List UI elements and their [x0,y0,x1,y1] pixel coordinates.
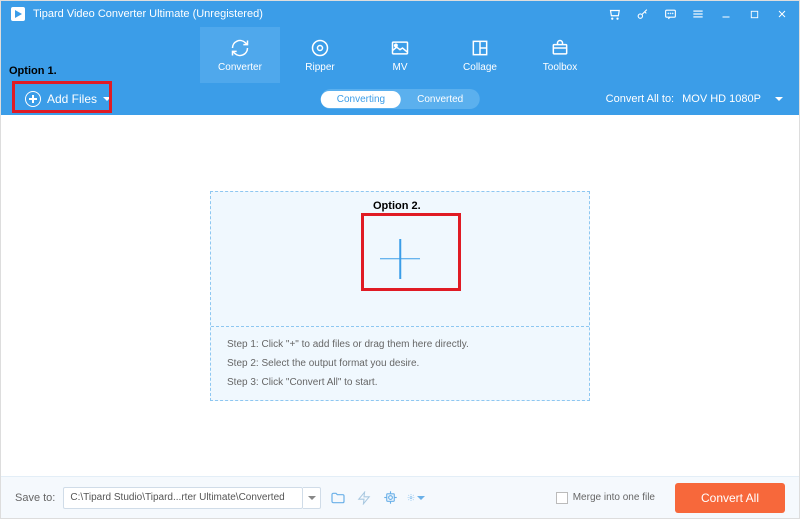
menu-icon[interactable] [691,7,705,21]
add-files-plus-icon[interactable] [380,239,420,279]
add-files-label: Add Files [47,92,97,106]
tab-mv[interactable]: MV [360,27,440,83]
convert-all-button[interactable]: Convert All [675,483,785,513]
format-value: MOV HD 1080P [682,93,761,105]
convert-all-to: Convert All to: MOV HD 1080P [606,93,783,105]
collage-icon [470,38,490,58]
tab-converting[interactable]: Converting [321,91,401,108]
ripper-icon [310,38,330,58]
drop-zone-instructions: Step 1: Click "+" to add files or drag t… [211,327,589,400]
drop-zone-top[interactable] [211,192,589,327]
close-icon[interactable] [775,7,789,21]
gpu-icon[interactable] [381,489,399,507]
save-to-label: Save to: [15,492,55,504]
save-path-dropdown[interactable] [303,487,321,509]
convert-all-label: Convert All [701,491,759,505]
chevron-down-icon [775,97,783,101]
footer-bar: Save to: C:\Tipard Studio\Tipard...rter … [1,476,799,518]
maximize-icon[interactable] [747,7,761,21]
main-nav: Converter Ripper MV Collage Toolbox [1,27,799,83]
feedback-icon[interactable] [663,7,677,21]
minimize-icon[interactable] [719,7,733,21]
cart-icon[interactable] [607,7,621,21]
plus-circle-icon [25,91,41,107]
tab-ripper[interactable]: Ripper [280,27,360,83]
key-icon[interactable] [635,7,649,21]
tab-label: Collage [463,62,497,73]
tab-converted[interactable]: Converted [401,91,479,108]
step-text: Step 1: Click "+" to add files or drag t… [227,339,573,350]
convert-all-to-label: Convert All to: [606,93,674,105]
checkbox-icon [556,492,568,504]
settings-icon[interactable] [407,489,425,507]
save-path-input[interactable]: C:\Tipard Studio\Tipard...rter Ultimate\… [63,487,303,509]
tab-label: Ripper [305,62,334,73]
output-format-select[interactable]: MOV HD 1080P [682,93,783,105]
merge-checkbox[interactable]: Merge into one file [556,492,655,504]
tab-label: MV [393,62,408,73]
title-bar: Tipard Video Converter Ultimate (Unregis… [1,1,799,27]
tab-toolbox[interactable]: Toolbox [520,27,600,83]
status-tabs: Converting Converted [321,89,480,109]
app-logo [11,7,25,21]
titlebar-actions [607,7,789,21]
drop-zone[interactable]: Step 1: Click "+" to add files or drag t… [210,191,590,401]
step-text: Step 2: Select the output format you des… [227,358,573,369]
chevron-down-icon [103,97,111,101]
tab-collage[interactable]: Collage [440,27,520,83]
converter-icon [230,38,250,58]
step-text: Step 3: Click "Convert All" to start. [227,377,573,388]
add-files-button[interactable]: Add Files [17,87,119,111]
sub-toolbar: Add Files Converting Converted Convert A… [1,83,799,115]
lightning-icon[interactable] [355,489,373,507]
toolbox-icon [550,38,570,58]
mv-icon [390,38,410,58]
open-folder-icon[interactable] [329,489,347,507]
tab-label: Toolbox [543,62,577,73]
tab-converter[interactable]: Converter [200,27,280,83]
save-path-value: C:\Tipard Studio\Tipard...rter Ultimate\… [70,492,284,503]
merge-label: Merge into one file [573,492,655,503]
app-title: Tipard Video Converter Ultimate (Unregis… [33,8,607,20]
main-area: Step 1: Click "+" to add files or drag t… [1,115,799,476]
tab-label: Converter [218,62,262,73]
